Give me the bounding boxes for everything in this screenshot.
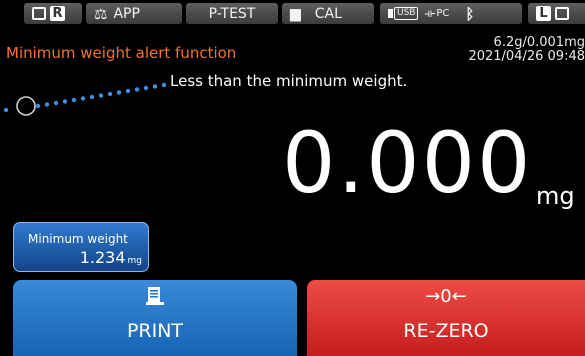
re-zero-label: RE-ZERO — [403, 320, 489, 342]
minimum-weight-value: 1.234 mg — [80, 248, 142, 267]
bluetooth-icon: ᛒ — [465, 4, 475, 23]
l-mode-button[interactable]: L — [528, 3, 585, 24]
re-zero-button[interactable]: →0← RE-ZERO — [307, 280, 585, 356]
minimum-weight-label: Minimum weight — [28, 232, 128, 246]
pc-connection-icon: ⟛ PC — [424, 6, 450, 20]
r-mode-button[interactable]: R — [24, 3, 82, 24]
minimum-weight-indicator-icon — [16, 96, 36, 116]
zero-arrows-icon: →0← — [425, 286, 467, 307]
balance-screen: R ⚖ APP P-TEST ▆ CAL USB ⟛ PC ᛒ L Minimu… — [0, 0, 585, 356]
l-badge: L — [536, 6, 551, 21]
print-label: PRINT — [126, 320, 184, 342]
calibration-weight-icon: ▆ — [290, 5, 301, 22]
capacity-ratio: 6.2g/0.001mg — [493, 35, 585, 50]
balance-icon: ⚖ — [94, 4, 108, 23]
minimum-weight-number: 1.234 — [79, 248, 126, 267]
usb-icon: USB — [388, 7, 419, 20]
capacity-info: 6.2g/0.001mg 2021/04/26 09:48 — [468, 36, 585, 64]
callout-text: Less than the minimum weight. — [170, 72, 408, 90]
weight-reading: 0.000 — [282, 114, 533, 212]
ptest-label: P-TEST — [208, 5, 256, 22]
printer-icon — [13, 286, 297, 311]
ptest-button[interactable]: P-TEST — [186, 3, 278, 24]
r-badge: R — [50, 6, 65, 21]
app-label: APP — [113, 5, 140, 22]
minimum-weight-unit: mg — [127, 256, 142, 266]
date-time: 2021/04/26 09:48 — [468, 49, 585, 64]
minimum-weight-button[interactable]: Minimum weight 1.234 mg — [13, 222, 149, 272]
cal-button[interactable]: ▆ CAL — [282, 3, 374, 24]
status-bar: R ⚖ APP P-TEST ▆ CAL USB ⟛ PC ᛒ L — [0, 0, 585, 24]
print-button[interactable]: PRINT — [13, 280, 297, 356]
connection-status[interactable]: USB ⟛ PC ᛒ — [380, 3, 522, 24]
window-icon — [32, 7, 46, 20]
app-button[interactable]: ⚖ APP — [86, 3, 182, 24]
callout-leader — [3, 82, 167, 116]
window-icon — [555, 7, 569, 20]
cal-label: CAL — [314, 5, 342, 22]
weight-unit: mg — [536, 182, 575, 210]
